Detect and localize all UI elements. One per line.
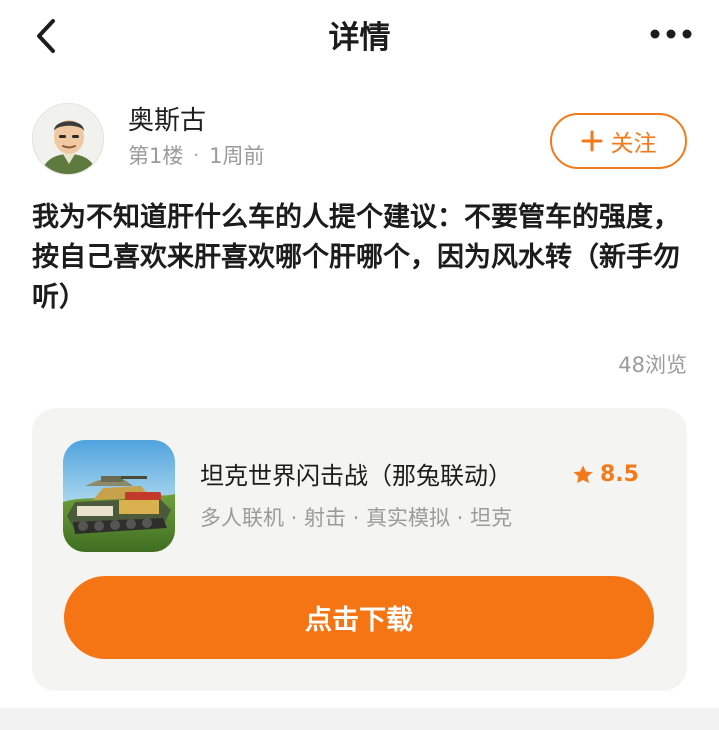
download-button[interactable]: 点击下载 bbox=[64, 576, 654, 659]
plus-icon bbox=[581, 130, 602, 152]
more-button[interactable] bbox=[647, 16, 695, 52]
star-icon bbox=[573, 464, 593, 483]
game-card[interactable]: 坦克世界闪击战（那兔联动） 8.5 多人联机 · 射击 · 真实模拟 · 坦克 … bbox=[32, 408, 687, 691]
top-bar: 详情 bbox=[0, 0, 719, 76]
floor-label: 第1楼 bbox=[128, 144, 184, 168]
post-time: 1周前 bbox=[209, 144, 265, 168]
game-rating: 8.5 bbox=[572, 462, 639, 487]
post-meta: 第1楼 · 1周前 bbox=[128, 142, 264, 170]
meta-separator: · bbox=[193, 145, 200, 166]
game-name[interactable]: 坦克世界闪击战（那兔联动） bbox=[200, 460, 512, 492]
tank-game-art bbox=[63, 440, 175, 552]
avatar[interactable] bbox=[32, 103, 104, 175]
post-content: 我为不知道肝什么车的人提个建议：不要管车的强度，按自己喜欢来肝喜欢哪个肝哪个，因… bbox=[32, 202, 680, 313]
avatar-image bbox=[33, 104, 103, 174]
game-tags: 多人联机 · 射击 · 真实模拟 · 坦克 bbox=[200, 506, 513, 530]
section-divider bbox=[0, 708, 719, 730]
follow-button[interactable]: 关注 bbox=[550, 113, 687, 169]
author-name[interactable]: 奥斯古 bbox=[128, 104, 206, 138]
more-horizontal-icon bbox=[650, 29, 692, 39]
view-count: 48浏览 bbox=[618, 353, 687, 377]
follow-label: 关注 bbox=[610, 131, 657, 157]
game-icon[interactable] bbox=[63, 440, 175, 552]
rating-value: 8.5 bbox=[600, 462, 639, 487]
page-title: 详情 bbox=[328, 20, 391, 56]
